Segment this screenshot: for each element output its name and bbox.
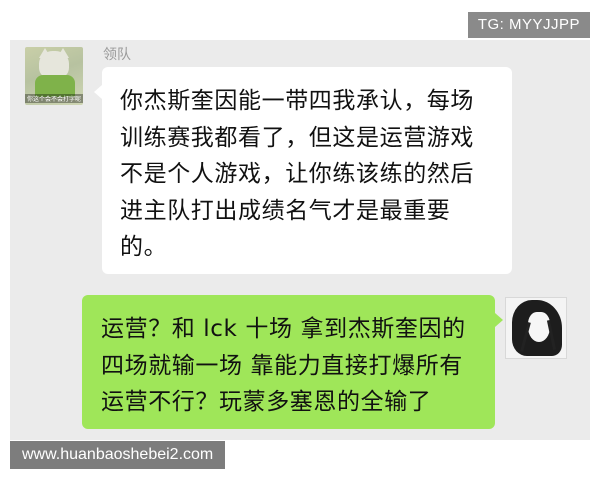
message-line: 进主队打出成绩名气才是最重要 — [120, 197, 451, 224]
anime-avatar-icon[interactable] — [505, 297, 567, 359]
outgoing-message-bubble[interactable]: 运营？和 lck 十场 拿到杰斯奎因的 四场就输一场 靠能力直接打爆所有 运营不… — [82, 295, 503, 429]
incoming-message-bubble[interactable]: 你杰斯奎因能一带四我承认，每场 训练赛我都看了，但这是运营游戏 不是个人游戏，让… — [94, 67, 512, 274]
message-line: 的。 — [120, 234, 168, 260]
watermark-top: TG: MYYJJPP — [467, 12, 590, 38]
watermark-bottom: www.huanbaoshebei2.com — [10, 441, 226, 469]
message-line: 你杰斯奎因能一带四我承认，每场 — [120, 88, 474, 114]
message-line: 运营不行？玩蒙多塞恩的全输了 — [101, 389, 432, 415]
message-line: 运营？和 lck 十场 拿到杰斯奎因的 — [101, 316, 466, 342]
cat-avatar-icon[interactable]: 你这个会不会打字呢 — [25, 47, 83, 105]
message-line: 四场就输一场 靠能力直接打爆所有 — [101, 352, 463, 379]
message-line: 不是个人游戏，让你练该练的然后 — [120, 161, 474, 187]
message-line: 训练赛我都看了，但这是运营游戏 — [120, 124, 474, 151]
avatar-caption: 你这个会不会打字呢 — [25, 94, 83, 103]
sender-name: 领队 — [103, 47, 131, 63]
avatar-face — [528, 312, 550, 342]
